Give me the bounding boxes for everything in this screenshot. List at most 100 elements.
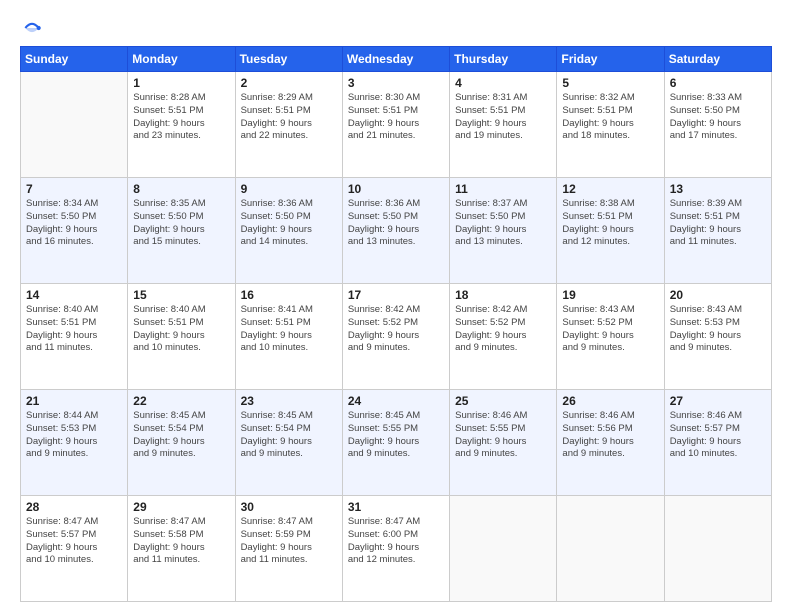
day-info: Sunrise: 8:35 AM Sunset: 5:50 PM Dayligh… [133,198,229,249]
weekday-tuesday: Tuesday [235,47,342,72]
day-number: 12 [562,182,658,196]
day-number: 6 [670,76,766,90]
day-info: Sunrise: 8:34 AM Sunset: 5:50 PM Dayligh… [26,198,122,249]
day-info: Sunrise: 8:45 AM Sunset: 5:54 PM Dayligh… [241,410,337,461]
day-number: 21 [26,394,122,408]
day-info: Sunrise: 8:46 AM Sunset: 5:56 PM Dayligh… [562,410,658,461]
weekday-wednesday: Wednesday [342,47,449,72]
day-number: 22 [133,394,229,408]
calendar-cell: 20Sunrise: 8:43 AM Sunset: 5:53 PM Dayli… [664,284,771,390]
day-info: Sunrise: 8:43 AM Sunset: 5:52 PM Dayligh… [562,304,658,355]
calendar-cell: 29 Sunrise: 8:47 AM Sunset: 5:58 PM Dayli… [128,496,235,602]
logo-icon [22,18,42,38]
weekday-friday: Friday [557,47,664,72]
day-info: Sunrise: 8:29 AM Sunset: 5:51 PM Dayligh… [241,92,337,143]
day-info: Sunrise: 8:44 AM Sunset: 5:53 PM Dayligh… [26,410,122,461]
week-row-2: 7 Sunrise: 8:34 AM Sunset: 5:50 PM Daylig… [21,178,772,284]
day-info: Sunrise: 8:38 AM Sunset: 5:51 PM Dayligh… [562,198,658,249]
day-info: Sunrise: 8:36 AM Sunset: 5:50 PM Dayligh… [348,198,444,249]
day-info: Sunrise: 8:41 AM Sunset: 5:51 PM Dayligh… [241,304,337,355]
calendar-cell: 30Sunrise: 8:47 AM Sunset: 5:59 PM Dayli… [235,496,342,602]
calendar-cell: 27 Sunrise: 8:46 AM Sunset: 5:57 PM Dayli… [664,390,771,496]
day-number: 9 [241,182,337,196]
week-row-1: 1 Sunrise: 8:28 AM Sunset: 5:51 PM Daylig… [21,72,772,178]
page: SundayMondayTuesdayWednesdayThursdayFrid… [0,0,792,612]
calendar-cell: 3 Sunrise: 8:30 AM Sunset: 5:51 PM Daylig… [342,72,449,178]
logo [20,18,46,38]
day-info: Sunrise: 8:31 AM Sunset: 5:51 PM Dayligh… [455,92,551,143]
day-number: 17 [348,288,444,302]
day-info: Sunrise: 8:39 AM Sunset: 5:51 PM Dayligh… [670,198,766,249]
calendar-cell [557,496,664,602]
day-number: 26 [562,394,658,408]
day-number: 2 [241,76,337,90]
calendar-cell [21,72,128,178]
week-row-4: 21 Sunrise: 8:44 AM Sunset: 5:53 PM Dayli… [21,390,772,496]
calendar-cell: 18 Sunrise: 8:42 AM Sunset: 5:52 PM Dayli… [450,284,557,390]
calendar-cell: 26 Sunrise: 8:46 AM Sunset: 5:56 PM Dayli… [557,390,664,496]
weekday-saturday: Saturday [664,47,771,72]
day-info: Sunrise: 8:45 AM Sunset: 5:55 PM Dayligh… [348,410,444,461]
day-number: 27 [670,394,766,408]
day-number: 3 [348,76,444,90]
day-info: Sunrise: 8:37 AM Sunset: 5:50 PM Dayligh… [455,198,551,249]
calendar-cell: 1 Sunrise: 8:28 AM Sunset: 5:51 PM Daylig… [128,72,235,178]
week-row-5: 28 Sunrise: 8:47 AM Sunset: 5:57 PM Dayli… [21,496,772,602]
calendar-cell: 4 Sunrise: 8:31 AM Sunset: 5:51 PM Daylig… [450,72,557,178]
day-info: Sunrise: 8:47 AM Sunset: 5:59 PM Dayligh… [241,516,337,567]
calendar-table: SundayMondayTuesdayWednesdayThursdayFrid… [20,46,772,602]
calendar-cell [664,496,771,602]
day-info: Sunrise: 8:47 AM Sunset: 5:57 PM Dayligh… [26,516,122,567]
day-number: 1 [133,76,229,90]
calendar-cell: 24 Sunrise: 8:45 AM Sunset: 5:55 PM Dayli… [342,390,449,496]
calendar-cell [450,496,557,602]
calendar-cell: 2 Sunrise: 8:29 AM Sunset: 5:51 PM Daylig… [235,72,342,178]
calendar-cell: 21 Sunrise: 8:44 AM Sunset: 5:53 PM Dayli… [21,390,128,496]
calendar-cell: 17Sunrise: 8:42 AM Sunset: 5:52 PM Dayli… [342,284,449,390]
calendar-cell: 19 Sunrise: 8:43 AM Sunset: 5:52 PM Dayli… [557,284,664,390]
day-number: 5 [562,76,658,90]
calendar-cell: 8 Sunrise: 8:35 AM Sunset: 5:50 PM Daylig… [128,178,235,284]
day-number: 23 [241,394,337,408]
day-info: Sunrise: 8:47 AM Sunset: 6:00 PM Dayligh… [348,516,444,567]
day-info: Sunrise: 8:40 AM Sunset: 5:51 PM Dayligh… [133,304,229,355]
calendar-cell: 16 Sunrise: 8:41 AM Sunset: 5:51 PM Dayli… [235,284,342,390]
calendar-cell: 14Sunrise: 8:40 AM Sunset: 5:51 PM Dayli… [21,284,128,390]
day-info: Sunrise: 8:47 AM Sunset: 5:58 PM Dayligh… [133,516,229,567]
day-number: 31 [348,500,444,514]
day-number: 7 [26,182,122,196]
day-number: 24 [348,394,444,408]
day-number: 14 [26,288,122,302]
calendar-cell: 25 Sunrise: 8:46 AM Sunset: 5:55 PM Dayli… [450,390,557,496]
day-number: 16 [241,288,337,302]
day-number: 13 [670,182,766,196]
calendar-cell: 11Sunrise: 8:37 AM Sunset: 5:50 PM Dayli… [450,178,557,284]
day-info: Sunrise: 8:46 AM Sunset: 5:55 PM Dayligh… [455,410,551,461]
day-number: 10 [348,182,444,196]
calendar-cell: 15 Sunrise: 8:40 AM Sunset: 5:51 PM Dayli… [128,284,235,390]
calendar-cell: 5 Sunrise: 8:32 AM Sunset: 5:51 PM Daylig… [557,72,664,178]
day-info: Sunrise: 8:42 AM Sunset: 5:52 PM Dayligh… [455,304,551,355]
day-number: 18 [455,288,551,302]
day-number: 28 [26,500,122,514]
calendar-cell: 7 Sunrise: 8:34 AM Sunset: 5:50 PM Daylig… [21,178,128,284]
day-number: 4 [455,76,551,90]
day-number: 19 [562,288,658,302]
day-info: Sunrise: 8:32 AM Sunset: 5:51 PM Dayligh… [562,92,658,143]
day-number: 29 [133,500,229,514]
weekday-monday: Monday [128,47,235,72]
calendar-cell: 9 Sunrise: 8:36 AM Sunset: 5:50 PM Daylig… [235,178,342,284]
day-info: Sunrise: 8:36 AM Sunset: 5:50 PM Dayligh… [241,198,337,249]
calendar-cell: 28 Sunrise: 8:47 AM Sunset: 5:57 PM Dayli… [21,496,128,602]
calendar-cell: 12 Sunrise: 8:38 AM Sunset: 5:51 PM Dayli… [557,178,664,284]
day-number: 8 [133,182,229,196]
day-number: 20 [670,288,766,302]
day-number: 15 [133,288,229,302]
calendar-cell: 23 Sunrise: 8:45 AM Sunset: 5:54 PM Dayli… [235,390,342,496]
day-info: Sunrise: 8:28 AM Sunset: 5:51 PM Dayligh… [133,92,229,143]
day-info: Sunrise: 8:30 AM Sunset: 5:51 PM Dayligh… [348,92,444,143]
day-number: 25 [455,394,551,408]
calendar-cell: 31 Sunrise: 8:47 AM Sunset: 6:00 PM Dayli… [342,496,449,602]
day-info: Sunrise: 8:46 AM Sunset: 5:57 PM Dayligh… [670,410,766,461]
day-info: Sunrise: 8:45 AM Sunset: 5:54 PM Dayligh… [133,410,229,461]
